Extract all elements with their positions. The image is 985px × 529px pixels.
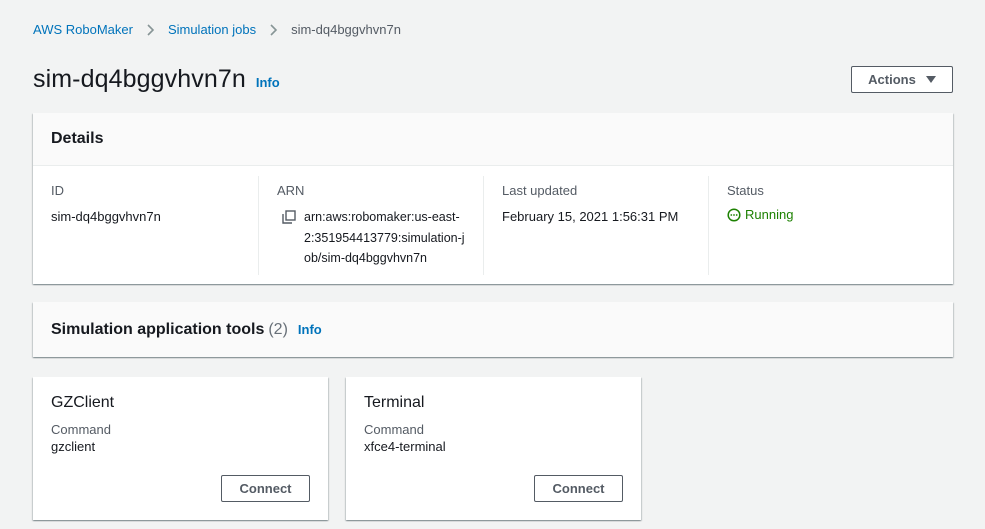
breadcrumb-robomaker-link[interactable]: AWS RoboMaker (33, 22, 133, 37)
details-body: ID sim-dq4bggvhvn7n ARN arn:aws:robomake… (33, 166, 953, 275)
actions-button-label: Actions (868, 71, 916, 87)
tool-name: Terminal (364, 394, 425, 411)
tools-heading: Simulation application tools (2) (51, 321, 288, 339)
details-panel: Details ID sim-dq4bggvhvn7n ARN arn:aws:… (33, 113, 953, 284)
details-heading: Details (51, 130, 104, 147)
detail-last-updated: Last updated February 15, 2021 1:56:31 P… (483, 176, 708, 275)
chevron-right-icon (146, 23, 155, 36)
tool-command-value: xfce4-terminal (364, 439, 446, 454)
copy-icon[interactable] (277, 207, 304, 269)
id-value: sim-dq4bggvhvn7n (51, 209, 161, 224)
breadcrumb-simulation-jobs-link[interactable]: Simulation jobs (168, 22, 256, 37)
detail-id: ID sim-dq4bggvhvn7n (33, 176, 258, 275)
detail-status: Status Running (708, 176, 933, 275)
connect-terminal-button[interactable]: Connect (534, 475, 623, 502)
detail-arn: ARN arn:aws:robomaker:us-east-2:35195441… (258, 176, 483, 275)
actions-button[interactable]: Actions (851, 65, 953, 93)
tools-heading-text: Simulation application tools (51, 320, 265, 338)
caret-down-icon (925, 75, 936, 83)
in-progress-icon (727, 207, 741, 222)
tools-panel: Simulation application tools (2) Info (33, 302, 953, 357)
arn-label: ARN (277, 183, 305, 198)
breadcrumb: AWS RoboMaker Simulation jobs sim-dq4bgg… (33, 22, 401, 37)
tools-header: Simulation application tools (2) Info (33, 302, 953, 357)
page-title: sim-dq4bggvhvn7n (33, 64, 246, 93)
breadcrumb-current: sim-dq4bggvhvn7n (291, 22, 401, 37)
last-updated-label: Last updated (502, 183, 578, 198)
status-value: Running (745, 207, 794, 222)
arn-row: arn:aws:robomaker:us-east-2:351954413779… (277, 207, 465, 269)
tool-command-value: gzclient (51, 439, 96, 454)
status-label: Status (727, 183, 764, 198)
tool-name: GZClient (51, 394, 115, 411)
tool-card-terminal: Terminal Command xfce4-terminal Connect (346, 377, 641, 520)
tools-info-link[interactable]: Info (298, 322, 322, 337)
status-indicator: Running (727, 207, 915, 222)
tools-count: (2) (268, 320, 288, 338)
id-label: ID (51, 183, 64, 198)
connect-gzclient-button[interactable]: Connect (221, 475, 310, 502)
tool-card-gzclient: GZClient Command gzclient Connect (33, 377, 328, 520)
tool-command-label: Command (364, 422, 424, 437)
header-info-link[interactable]: Info (256, 75, 280, 90)
tool-command-label: Command (51, 422, 111, 437)
title-wrap: sim-dq4bggvhvn7n Info (33, 65, 280, 94)
last-updated-value: February 15, 2021 1:56:31 PM (502, 209, 679, 224)
arn-value: arn:aws:robomaker:us-east-2:351954413779… (304, 210, 465, 265)
details-header: Details (33, 113, 953, 166)
chevron-right-icon (269, 23, 278, 36)
page-header: sim-dq4bggvhvn7n Info Actions (33, 61, 953, 97)
